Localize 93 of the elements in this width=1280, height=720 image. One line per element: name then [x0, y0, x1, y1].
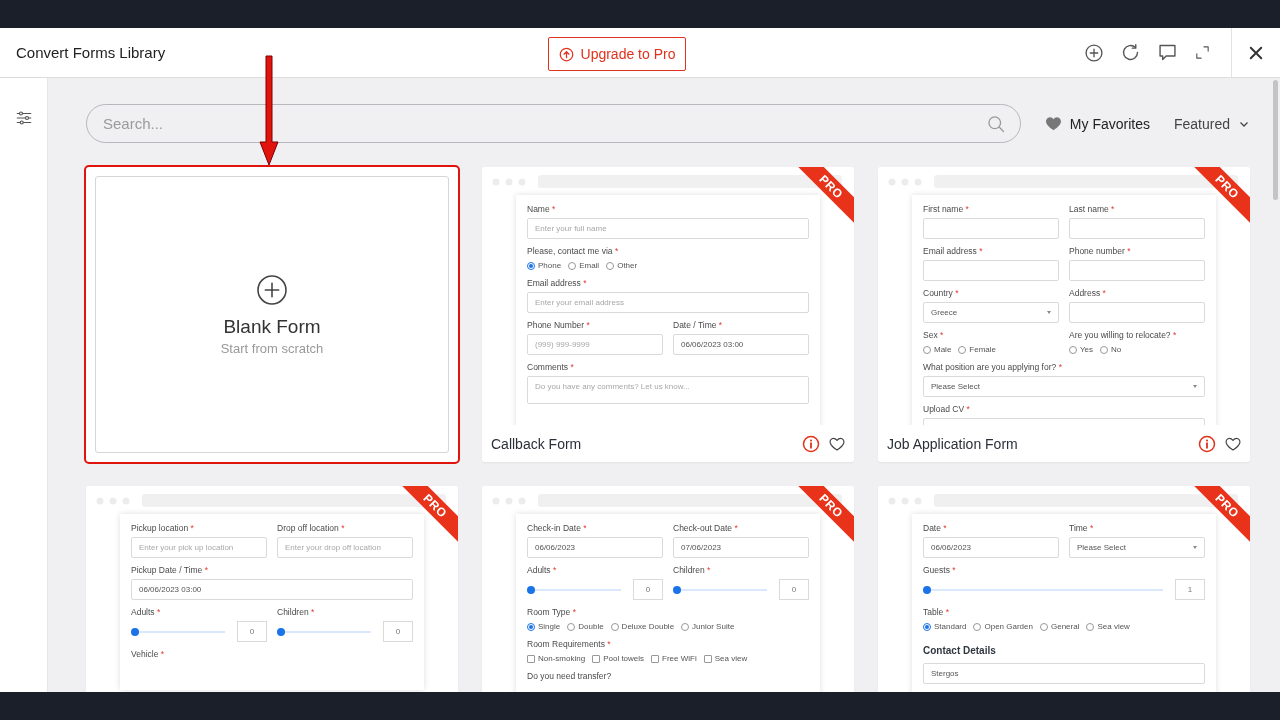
select-field: Greece — [923, 302, 1059, 323]
upgrade-button[interactable]: Upgrade to Pro — [548, 37, 686, 71]
option-label: Email — [579, 261, 600, 270]
field-label: Email address * — [527, 278, 588, 289]
input-field: Enter your pick up location — [131, 537, 267, 558]
section-heading: Contact Details — [923, 645, 997, 656]
favorites-link[interactable]: My Favorites — [1069, 115, 1150, 132]
field-label: Pickup Date / Time * — [131, 565, 210, 576]
field-label: Name * — [527, 204, 557, 215]
option-label: Pool towels — [603, 654, 645, 663]
option-label: Single — [538, 622, 561, 631]
expand-icon[interactable] — [1194, 44, 1211, 61]
search-icon — [985, 113, 1006, 134]
field-label: Address * — [1069, 288, 1107, 299]
card-subtitle: Start from scratch — [220, 340, 324, 356]
field-label: Sex * — [923, 330, 945, 341]
field-label: Room Type * — [527, 607, 577, 618]
upload-circle-icon — [558, 46, 574, 62]
field-label: Children * — [673, 565, 712, 576]
number-field: 1 — [1175, 579, 1205, 600]
plus-circle-icon[interactable] — [1084, 42, 1104, 63]
option-label: Yes — [1080, 345, 1094, 354]
input-field: (999) 999-9999 — [527, 334, 663, 355]
select-field: Please Select — [1069, 537, 1205, 558]
template-title: Job Application Form — [887, 435, 1019, 452]
field-label: Country * — [923, 288, 960, 299]
input-field: 06/06/2023 03:00 — [131, 579, 413, 600]
option-label: Phone — [538, 261, 562, 270]
input-field: Enter your email address — [527, 292, 809, 313]
field-label: Vehicle * — [131, 649, 166, 660]
number-field: 0 — [383, 621, 413, 642]
field-label: Please, contact me via * — [527, 246, 620, 257]
field-label: Check-out Date * — [673, 523, 739, 534]
blank-form-card[interactable]: Blank Form Start from scratch — [86, 167, 458, 462]
field-label: Adults * — [131, 607, 162, 618]
field-label: Table * — [923, 607, 950, 618]
field-label: Drop off location * — [277, 523, 346, 534]
option-label: Non-smoking — [538, 654, 586, 663]
option-label: General — [1050, 622, 1080, 631]
option-label: Sea view — [714, 654, 748, 663]
field-label: Adults * — [527, 565, 558, 576]
field-label: Room Requirements * — [527, 639, 612, 650]
field-label: Date / Time * — [673, 320, 724, 331]
number-field: 0 — [633, 579, 663, 600]
option-label: Female — [969, 345, 997, 354]
text-area: Do you have any comments? Let us know... — [527, 376, 809, 404]
option-label: Male — [934, 345, 952, 354]
number-field: 0 — [779, 579, 809, 600]
option-label: Open Garden — [984, 622, 1033, 631]
field-label: Children * — [277, 607, 316, 618]
input-field: 07/06/2023 — [673, 537, 809, 558]
option-label: Other — [617, 261, 638, 270]
number-field: 0 — [237, 621, 267, 642]
input-field: 06/06/2023 — [923, 537, 1059, 558]
option-label: Deluxe Double — [621, 622, 675, 631]
field-label: Date * — [923, 523, 948, 534]
option-label: Standard — [934, 622, 967, 631]
field-label: Time * — [1069, 523, 1095, 534]
option-label: Junior Suite — [692, 622, 735, 631]
option-label: Double — [578, 622, 604, 631]
input-field: Enter your drop off location — [277, 537, 413, 558]
field-label: What position are you applying for? * — [923, 362, 1063, 373]
field-label: Last name * — [1069, 204, 1116, 215]
field-label: Phone number * — [1069, 246, 1132, 257]
input-field: 06/06/2023 — [527, 537, 663, 558]
info-icon[interactable] — [802, 434, 820, 453]
field-label: Guests * — [923, 565, 957, 576]
sort-dropdown[interactable]: Featured — [1173, 115, 1250, 132]
window-title: Convert Forms Library — [16, 44, 166, 61]
field-label: Pickup location * — [131, 523, 195, 534]
field-label: Phone Number * — [527, 320, 591, 331]
select-field: Please Select — [923, 376, 1205, 397]
input-field: 06/06/2023 03:00 — [673, 334, 809, 355]
field-label: Email address * — [923, 246, 984, 257]
option-label: Sea view — [1097, 622, 1130, 631]
filter-icon[interactable] — [14, 109, 33, 127]
refresh-icon[interactable] — [1120, 42, 1141, 63]
field-label: First name * — [923, 204, 970, 215]
template-title: Callback Form — [491, 435, 583, 452]
field-label: Comments * — [527, 362, 575, 373]
input-field: Enter your full name — [527, 218, 809, 239]
field-label: Are you willing to relocate? * — [1069, 330, 1178, 341]
option-label: No — [1111, 345, 1122, 354]
card-title: Blank Form — [223, 315, 321, 338]
plus-circle-icon — [256, 273, 288, 306]
field-label: Check-in Date * — [527, 523, 588, 534]
field-label: Do you need transfer? — [527, 671, 613, 682]
scrollbar-thumb[interactable] — [1273, 80, 1278, 200]
option-label: Free WiFi — [662, 654, 697, 663]
input-field: Stergos — [923, 663, 1205, 684]
comment-icon[interactable] — [1157, 42, 1178, 63]
info-icon[interactable] — [1198, 434, 1216, 453]
field-label: Upload CV * — [923, 404, 971, 415]
